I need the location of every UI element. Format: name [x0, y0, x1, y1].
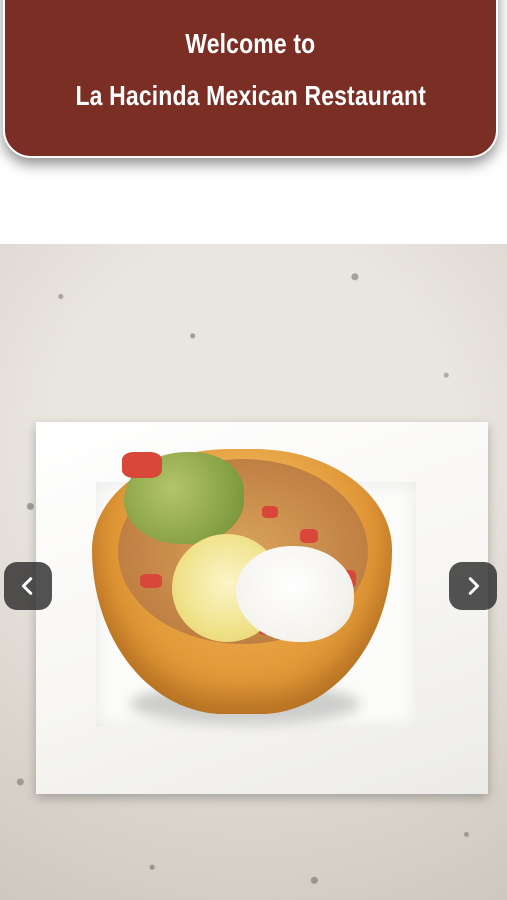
page: Welcome to La Hacinda Mexican Restaurant	[0, 0, 507, 900]
chevron-right-icon	[468, 577, 480, 595]
tomato-piece	[140, 574, 162, 588]
tomato-piece	[122, 452, 162, 478]
restaurant-name: La Hacinda Mexican Restaurant	[75, 80, 426, 111]
welcome-line: Welcome to	[185, 28, 316, 59]
carousel-next-button[interactable]	[449, 562, 497, 610]
welcome-banner: Welcome to La Hacinda Mexican Restaurant	[3, 0, 498, 158]
chevron-left-icon	[21, 577, 33, 595]
tomato-piece	[262, 506, 278, 518]
carousel-prev-button[interactable]	[4, 562, 52, 610]
tomato-piece	[300, 529, 318, 543]
image-carousel[interactable]	[0, 244, 507, 900]
